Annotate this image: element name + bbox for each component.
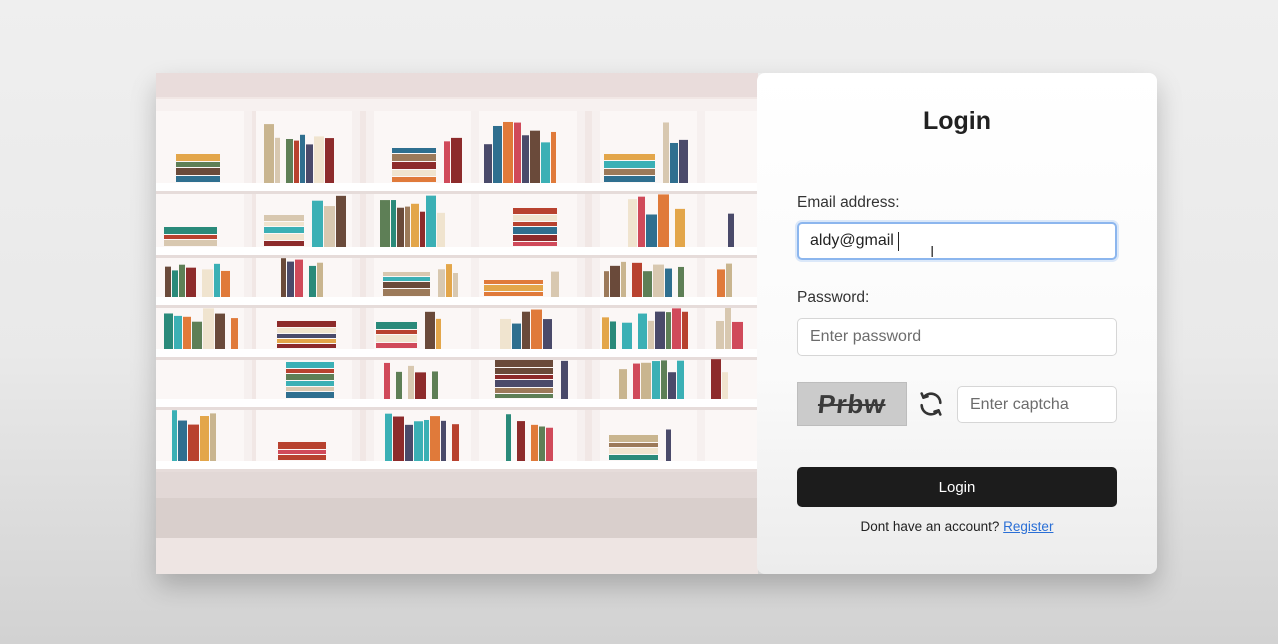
text-cursor-icon: I	[930, 243, 935, 261]
captcha-code: Prbw	[816, 388, 888, 419]
register-link[interactable]: Register	[1003, 519, 1053, 534]
bookshelf-image	[156, 73, 758, 574]
bookshelf-illustration	[156, 73, 758, 574]
refresh-icon[interactable]	[916, 389, 946, 419]
login-title: Login	[922, 107, 992, 135]
password-placeholder: Enter password	[810, 328, 922, 345]
login-card: Login Email address: aldy@gmail I Passwo…	[156, 73, 1157, 574]
captcha-placeholder: Enter captcha	[970, 395, 1069, 413]
text-caret	[897, 231, 899, 251]
captcha-image: Prbw	[797, 382, 907, 426]
login-button[interactable]: Login	[797, 467, 1117, 507]
email-value: aldy@gmail	[810, 232, 894, 249]
email-input[interactable]: aldy@gmail I	[797, 222, 1117, 261]
login-form: Login Email address: aldy@gmail I Passwo…	[757, 73, 1157, 574]
password-input[interactable]: Enter password	[797, 318, 1117, 356]
captcha-input[interactable]: Enter captcha	[957, 386, 1117, 423]
register-prompt: Dont have an account?	[860, 519, 1000, 534]
password-label: Password:	[797, 289, 870, 306]
email-label: Email address:	[797, 194, 900, 211]
register-line: Dont have an account? Register	[757, 519, 1157, 534]
